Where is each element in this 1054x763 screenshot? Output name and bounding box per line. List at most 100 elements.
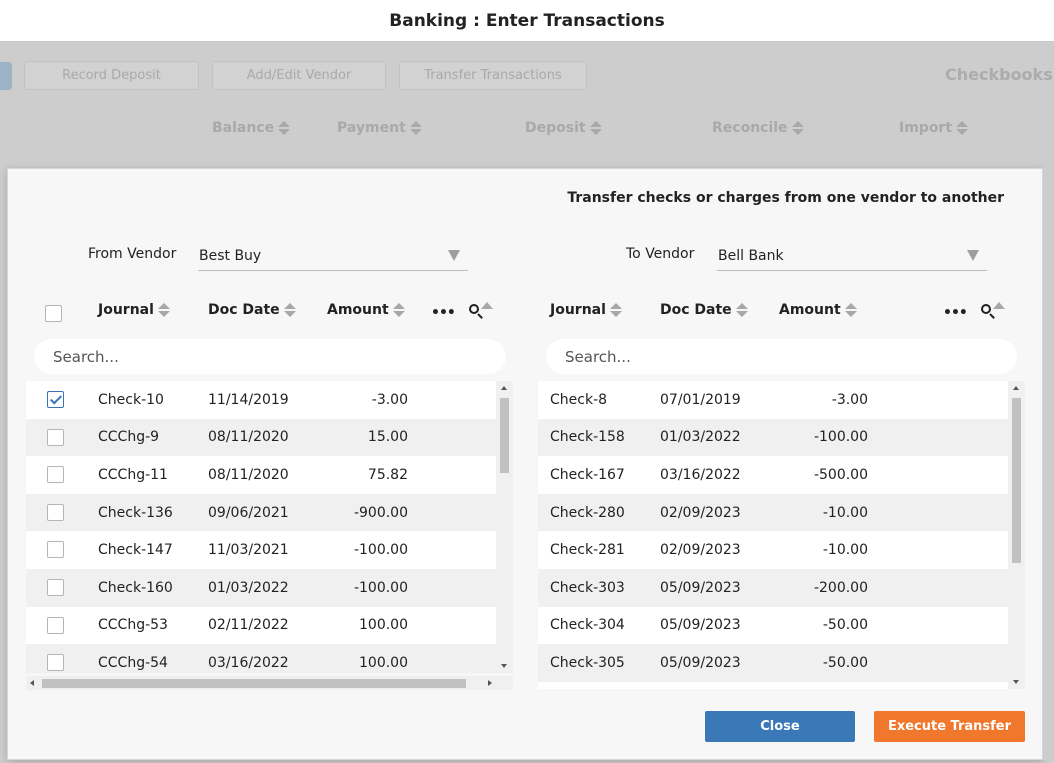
from-vendor-select[interactable]: Best Buy [198,241,468,271]
to-vendor-label: To Vendor [626,246,695,262]
table-row[interactable]: Check-8 07/01/2019 -3.00 [538,381,1008,419]
search-icon[interactable] [981,302,1005,324]
row-checkbox[interactable] [47,466,64,484]
cell-amount: 75.82 [367,466,408,483]
table-row[interactable]: Check-160 01/03/2022 -100.00 [26,569,496,607]
right-transactions-grid: Check-8 07/01/2019 -3.00 Check-158 01/03/202… [538,381,1008,689]
more-icon[interactable]: ••• [431,305,456,321]
table-row[interactable]: Check-303 05/09/2023 -200.00 [538,569,1008,607]
bg-col-payment: Payment [337,120,422,136]
cell-amount: -50.00 [822,654,868,671]
right-col-amount[interactable]: Amount [779,302,857,318]
right-search-input[interactable] [546,339,1017,374]
cell-amount: -50.00 [822,617,868,634]
left-col-journal[interactable]: Journal [98,302,170,318]
scroll-thumb[interactable] [500,398,509,473]
cell-doc-date: 11/03/2021 [208,542,289,559]
left-vertical-scrollbar[interactable] [496,381,513,673]
sort-icon [278,121,291,135]
cell-amount: 100.00 [359,654,408,671]
cell-journal: CCChg-11 [98,466,168,483]
cell-doc-date: 03/16/2022 [660,466,741,483]
table-row[interactable]: Check-281 02/09/2023 -10.00 [538,531,1008,569]
bg-col-deposit: Deposit [525,120,602,136]
scroll-right-icon[interactable] [488,680,492,686]
row-checkbox[interactable] [47,654,64,672]
row-checkbox[interactable] [47,579,64,596]
table-row[interactable]: CCChg-11 08/11/2020 75.82 [26,456,496,494]
sort-icon [844,303,857,317]
cell-journal: Check-136 [98,504,173,521]
bg-col-balance: Balance [212,120,291,136]
row-checkbox[interactable] [47,391,64,408]
table-row[interactable]: Check-158 01/03/2022 -100.00 [538,418,1008,457]
cell-doc-date: 07/01/2019 [660,391,741,408]
cell-journal: Check-281 [550,542,625,559]
table-row[interactable]: Check-147 11/03/2021 -100.00 [26,531,496,569]
scroll-thumb[interactable] [42,679,466,688]
left-horizontal-scrollbar[interactable] [26,676,496,690]
window-title: Banking : Enter Transactions [389,10,665,31]
cell-amount: -100.00 [353,579,408,596]
right-col-doc-date[interactable]: Doc Date [660,302,748,318]
row-checkbox[interactable] [47,616,64,634]
dropdown-caret-icon [967,250,979,261]
scroll-left-icon[interactable] [30,680,34,686]
modal-title: Transfer checks or charges from one vend… [567,190,1004,206]
more-icon[interactable]: ••• [943,305,968,321]
scroll-down-icon[interactable] [501,664,507,668]
table-row[interactable]: Check-167 03/16/2022 -500.00 [538,456,1008,494]
table-row[interactable]: CCChg-54 03/16/2022 100.00 [26,644,496,673]
to-vendor-select[interactable]: Bell Bank [717,241,987,271]
scroll-thumb[interactable] [1012,398,1021,563]
bg-col-import: Import [899,120,969,136]
table-row[interactable]: Check-304 05/09/2023 -50.00 [538,606,1008,645]
cell-doc-date: 11/14/2019 [208,391,289,408]
table-row[interactable]: Check-10 11/14/2019 -3.00 [26,381,496,419]
checkbooks-heading: Checkbooks [945,65,1053,84]
row-checkbox[interactable] [47,541,64,559]
sort-icon [157,303,170,317]
cell-doc-date: 09/06/2021 [208,504,289,521]
table-row[interactable]: Check-280 02/09/2023 -10.00 [538,493,1008,532]
cell-doc-date: 05/09/2023 [660,579,741,596]
add-edit-vendor-button: Add/Edit Vendor [212,61,386,90]
table-row[interactable]: CCChg-9 08/11/2020 15.00 [26,418,496,457]
table-row[interactable]: Check-136 09/06/2021 -900.00 [26,493,496,532]
cell-doc-date: 01/03/2022 [208,579,289,596]
cell-amount: -200.00 [813,579,868,596]
table-row[interactable]: CCChg-53 02/11/2022 100.00 [26,606,496,645]
cell-journal: Check-8 [550,391,608,408]
cell-doc-date: 08/11/2020 [208,466,289,483]
cell-amount: -100.00 [353,542,408,559]
left-search-input[interactable] [34,339,506,374]
sort-icon [791,121,804,135]
select-all-checkbox[interactable] [45,305,62,322]
bg-col-reconcile: Reconcile [712,120,804,136]
row-checkbox[interactable] [47,503,64,521]
execute-transfer-button[interactable]: Execute Transfer [874,711,1025,742]
cell-journal: Check-10 [98,391,164,408]
right-vertical-scrollbar[interactable] [1008,381,1025,689]
right-col-journal[interactable]: Journal [550,302,622,318]
transfer-modal: Transfer checks or charges from one vend… [7,168,1043,760]
cell-amount: -10.00 [822,504,868,521]
cell-journal: Check-280 [550,504,625,521]
from-vendor-label: From Vendor [88,246,177,262]
scroll-up-icon[interactable] [1013,386,1019,390]
from-vendor-value: Best Buy [199,247,262,264]
scroll-down-icon[interactable] [1013,680,1019,684]
cell-journal: Check-147 [98,542,173,559]
cell-journal: Check-160 [98,579,173,596]
left-col-amount[interactable]: Amount [327,302,405,318]
table-row[interactable]: Check-305 05/09/2023 -50.00 [538,644,1008,682]
left-col-doc-date[interactable]: Doc Date [208,302,296,318]
scroll-up-icon[interactable] [501,386,507,390]
row-checkbox[interactable] [47,428,64,446]
cell-journal: CCChg-53 [98,617,168,634]
close-button[interactable]: Close [705,711,855,742]
cell-doc-date: 05/09/2023 [660,617,741,634]
search-icon[interactable] [469,302,493,324]
cell-amount: -10.00 [822,542,868,559]
cell-journal: Check-304 [550,617,625,634]
